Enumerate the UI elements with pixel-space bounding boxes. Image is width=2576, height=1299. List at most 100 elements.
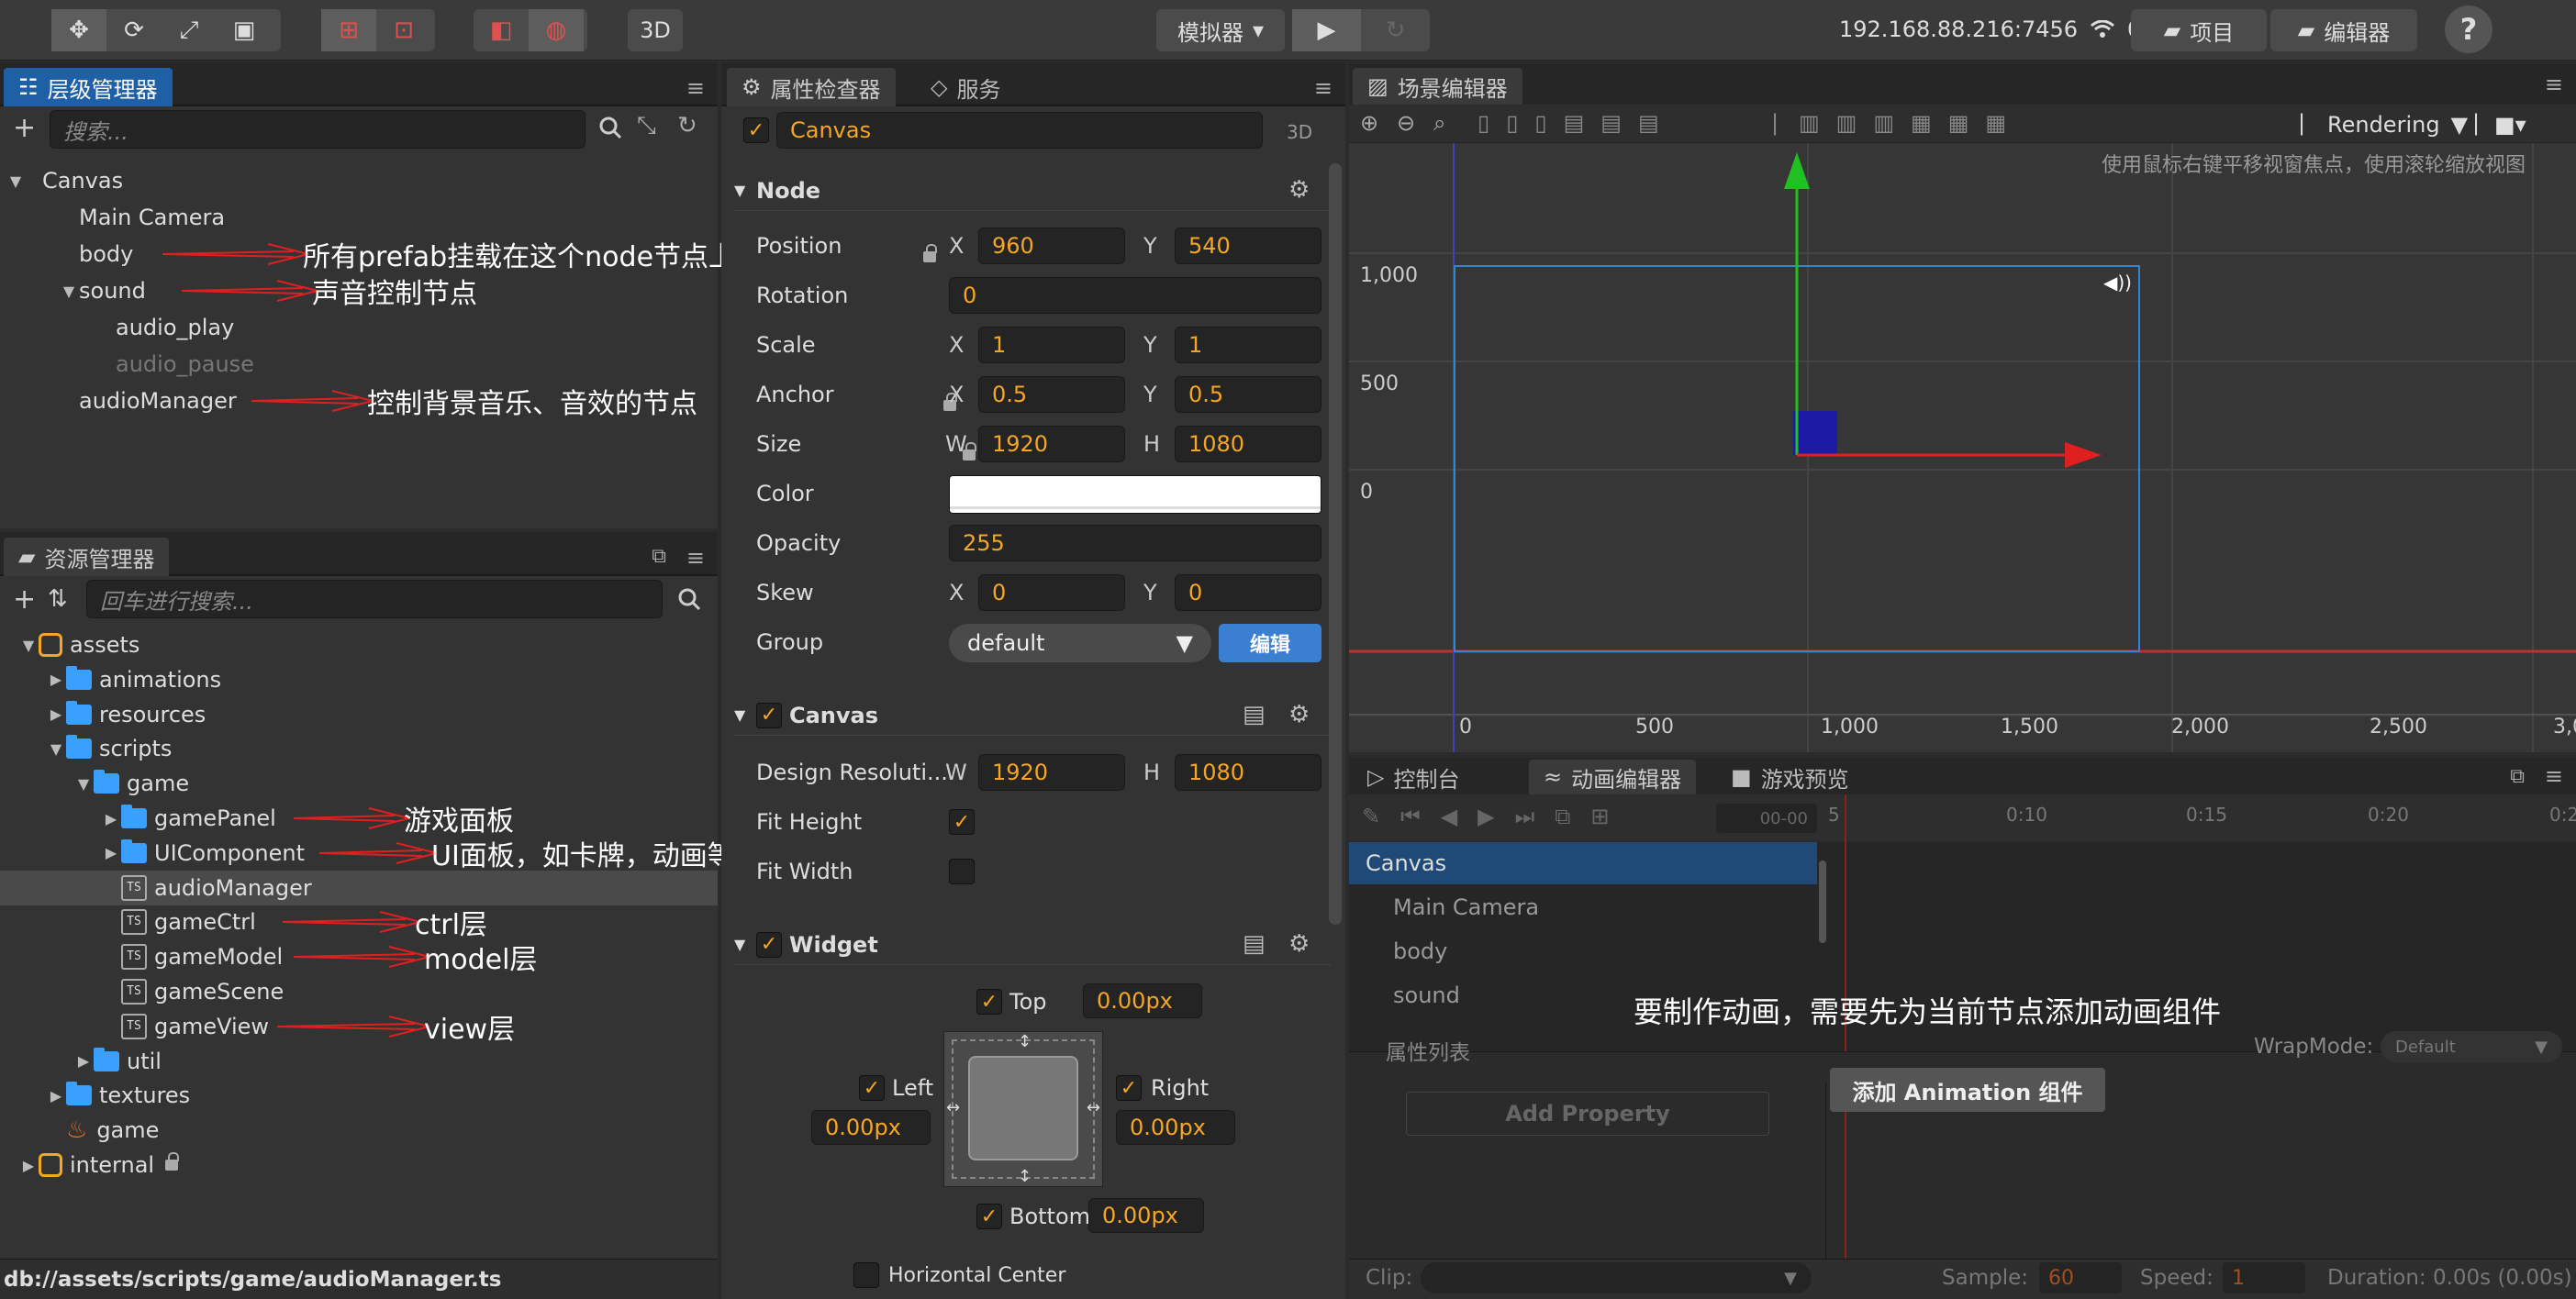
panel-menu-icon[interactable]: ≡ [2545,763,2563,789]
triangle-right-icon[interactable]: ▶ [46,1087,66,1105]
scene-viewport[interactable] [1349,143,2576,752]
camera-icon[interactable]: ■▾ [2494,112,2526,138]
scale-x-input[interactable]: 1 [978,327,1125,363]
pivot-icon[interactable]: ⊞ [321,9,376,51]
hierarchy-node[interactable]: Main Camera [0,200,718,235]
triangle-down-icon[interactable]: ▼ [59,283,79,300]
playback-controls[interactable]: ✎⏮◀▶⏭⧉⊞ [1362,804,1629,829]
widget-left-input[interactable]: 0.00px [811,1110,931,1145]
refresh-icon[interactable]: ↻ [677,112,697,139]
help-icon[interactable]: ? [2445,6,2492,53]
tab-game-preview[interactable]: ■ 游戏预览 [1716,760,1864,794]
fit-height-checkbox[interactable]: ✓ [949,809,975,835]
node-section-header[interactable]: ▼ Node [734,171,1331,211]
hierarchy-node[interactable]: ▼ Canvas [0,163,718,198]
snap-icon[interactable]: ◧ [474,9,529,51]
popout-icon[interactable]: ⧉ [652,545,666,568]
tab-console[interactable]: ▷ 控制台 [1353,760,1474,794]
open-editor-button[interactable]: ▰ 编辑器 [2270,9,2417,51]
skew-y-input[interactable]: 0 [1175,574,1321,611]
grid-icon[interactable]: ◍ [529,9,584,51]
hierarchy-node[interactable]: audio_pause [0,347,718,382]
widget-right-checkbox[interactable]: ✓ [1116,1075,1142,1101]
gear-icon[interactable]: ⚙ [1288,176,1310,204]
local-global-icon[interactable]: ⊡ [376,9,431,51]
clip-select[interactable]: ▼ [1421,1262,1812,1293]
speed-input[interactable]: 1 [2223,1262,2305,1293]
book-icon[interactable]: ▤ [1243,701,1266,728]
anchor-x-input[interactable]: 0.5 [978,376,1125,413]
triangle-right-icon[interactable]: ▶ [101,810,121,827]
widget-top-input[interactable]: 0.00px [1083,983,1202,1018]
play-icon[interactable]: ▶ [1292,9,1361,51]
tab-inspector[interactable]: ⚙ 属性检查器 [727,68,896,106]
triangle-right-icon[interactable]: ▶ [18,1157,39,1174]
group-select[interactable]: default ▼ [949,624,1211,662]
add-property-button[interactable]: Add Property [1406,1092,1769,1136]
widget-enabled-checkbox[interactable]: ✓ [756,931,782,958]
align-tools[interactable]: ▯▯▯▤▤▤ [1478,110,1676,136]
anim-node-row[interactable]: body [1349,930,1817,972]
widget-section-header[interactable]: ▼ ✓ Widget [734,925,1331,965]
distribute-tools[interactable]: ▥▥▥▦▦▦ [1799,110,2023,136]
timeline-cursor[interactable] [1845,794,1846,1299]
node-list-scrollbar[interactable] [1819,860,1826,943]
open-project-button[interactable]: ▰ 项目 [2131,9,2267,51]
anchor-y-input[interactable]: 0.5 [1175,376,1321,413]
rendering-dropdown[interactable]: Rendering ▼ [2327,112,2468,138]
widget-hcenter-checkbox[interactable] [853,1262,879,1288]
threed-toggle-button[interactable]: 3D [628,9,683,51]
panel-menu-icon[interactable]: ≡ [686,75,705,101]
gear-icon[interactable]: ⚙ [1288,930,1310,958]
size-h-input[interactable]: 1080 [1175,426,1321,462]
anim-node-row[interactable]: Canvas [1349,842,1817,884]
search-icon[interactable] [598,116,622,139]
position-y-input[interactable]: 540 [1175,228,1321,264]
rotation-input[interactable]: 0 [949,277,1321,314]
node-name-input[interactable]: Canvas [776,112,1263,149]
tab-scene[interactable]: ▨ 场景编辑器 [1353,68,1522,105]
position-x-input[interactable]: 960 [978,228,1125,264]
widget-top-checkbox[interactable]: ✓ [976,989,1002,1015]
triangle-down-icon[interactable]: ▼ [46,740,66,758]
hierarchy-search-input[interactable]: 搜索... [50,110,585,149]
triangle-down-icon[interactable]: ▼ [73,775,94,793]
skew-x-input[interactable]: 0 [978,574,1125,611]
rotate-tool-icon[interactable]: ⟳ [106,9,162,51]
move-tool-icon[interactable]: ✥ [51,9,106,51]
edit-group-button[interactable]: 编辑 [1219,624,1321,662]
zoom-reset-icon[interactable]: ⌕ [1433,110,1445,136]
zoom-in-icon[interactable]: ⊕ [1360,110,1378,136]
scale-y-input[interactable]: 1 [1175,327,1321,363]
anim-node-row[interactable]: sound [1349,974,1817,1016]
zoom-out-icon[interactable]: ⊖ [1397,110,1415,136]
tab-animation[interactable]: ≈ 动画编辑器 [1529,760,1697,794]
triangle-right-icon[interactable]: ▶ [73,1052,94,1070]
search-icon[interactable] [677,587,701,611]
asset-item[interactable]: ▶ textures [0,1078,718,1113]
simulator-dropdown[interactable]: 模拟器 ▾ [1156,9,1285,51]
popout-icon[interactable]: ⧉ [2510,765,2525,788]
asset-item[interactable]: ▼ scripts [0,731,718,766]
triangle-right-icon[interactable]: ▶ [101,844,121,861]
panel-menu-icon[interactable]: ≡ [1314,75,1333,101]
asset-item[interactable]: ▶ util [0,1044,718,1079]
node-active-checkbox[interactable]: ✓ [743,117,769,143]
fit-width-checkbox[interactable] [949,859,975,884]
gear-icon[interactable]: ⚙ [1288,701,1310,728]
sort-icon[interactable]: ⇅ [48,585,68,613]
sample-input[interactable]: 60 [2039,1262,2122,1293]
anim-node-row[interactable]: Main Camera [1349,886,1817,928]
size-w-input[interactable]: 1920 [978,426,1125,462]
add-animation-component-button[interactable]: 添加 Animation 组件 [1830,1068,2105,1112]
widget-bottom-input[interactable]: 0.00px [1088,1198,1204,1233]
design-w-input[interactable]: 1920 [978,754,1125,791]
design-h-input[interactable]: 1080 [1175,754,1321,791]
asset-item[interactable]: ♨ game [0,1113,718,1148]
panel-menu-icon[interactable]: ≡ [686,545,705,571]
tab-service[interactable]: ◇ 服务 [916,68,1015,106]
triangle-right-icon[interactable]: ▶ [46,705,66,723]
inspector-scrollbar[interactable] [1329,163,1342,925]
triangle-down-icon[interactable]: ▼ [18,637,39,654]
panel-menu-icon[interactable]: ≡ [2545,72,2563,97]
